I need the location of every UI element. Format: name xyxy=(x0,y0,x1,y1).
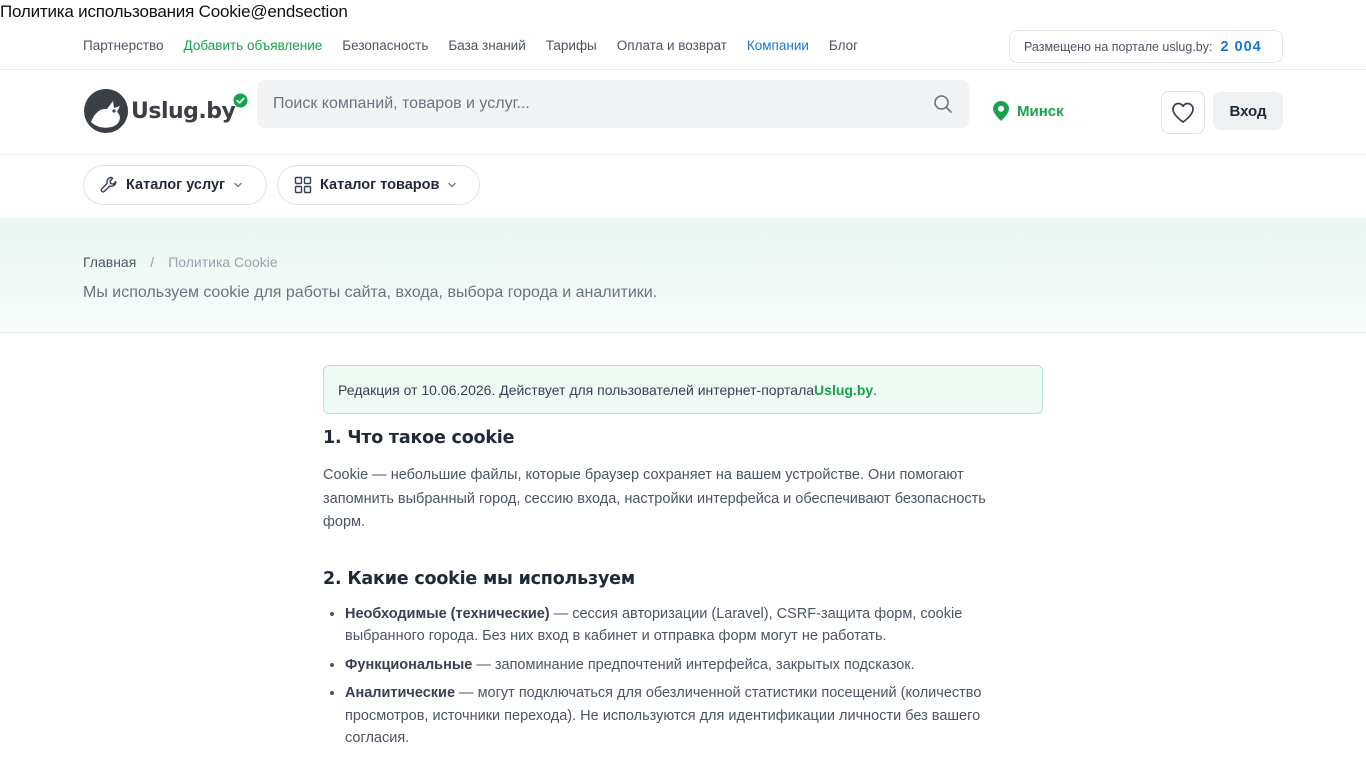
cat-logo-icon xyxy=(84,89,128,133)
location-pin-icon xyxy=(993,101,1009,121)
login-button[interactable]: Вход xyxy=(1213,92,1283,130)
services-catalog-label: Каталог услуг xyxy=(126,177,226,193)
goods-catalog-button[interactable]: Каталог товаров xyxy=(277,165,480,205)
logo[interactable]: Uslug.by xyxy=(83,88,248,134)
revision-notice: Редакция от 10.06.2026. Действует для по… xyxy=(323,365,1043,414)
list-item: Аналитические — могут подключаться для о… xyxy=(345,682,1003,750)
policy-content: Редакция от 10.06.2026. Действует для по… xyxy=(323,365,1043,756)
chevron-down-icon xyxy=(234,182,242,188)
section-title-what-is-cookie: 1. Что такое cookie xyxy=(323,428,515,448)
breadcrumb-current: Политика Cookie xyxy=(168,254,278,270)
list-item: Функциональные — запоминание предпочтени… xyxy=(345,654,1003,677)
top-nav: Партнерство Добавить объявление Безопасн… xyxy=(83,38,858,53)
hero-subtitle: Мы используем cookie для работы сайта, в… xyxy=(83,284,658,301)
nav-link-tariffs[interactable]: Тарифы xyxy=(546,38,597,53)
section-body-what-is-cookie: Cookie — небольшие файлы, которые браузе… xyxy=(323,467,986,530)
nav-link-payment-refund[interactable]: Оплата и возврат xyxy=(617,38,727,53)
counter-value: 2 004 xyxy=(1220,38,1262,55)
breadcrumb: Главная / Политика Cookie xyxy=(83,254,278,270)
search-bar xyxy=(257,80,969,128)
list-item-term: Функциональные xyxy=(345,656,473,673)
search-input[interactable] xyxy=(273,95,933,113)
wrench-icon xyxy=(100,176,117,193)
notice-text: Редакция от 10.06.2026. Действует для по… xyxy=(338,381,815,398)
goods-catalog-label: Каталог товаров xyxy=(320,177,440,193)
nav-link-knowledge-base[interactable]: База знаний xyxy=(448,38,525,53)
list-item: Необходимые (технические) — сессия автор… xyxy=(345,603,1003,648)
nav-link-companies[interactable]: Компании xyxy=(747,38,809,53)
breadcrumb-separator: / xyxy=(150,254,155,270)
favorites-button[interactable] xyxy=(1161,91,1205,134)
grid-icon xyxy=(294,176,312,194)
nav-link-add-listing[interactable]: Добавить объявление xyxy=(184,38,323,53)
search-icon[interactable] xyxy=(933,94,953,114)
verified-badge-icon xyxy=(233,92,248,108)
nav-link-partnership[interactable]: Партнерство xyxy=(83,38,164,53)
catalog-row: Каталог услуг Каталог товаров xyxy=(0,155,1366,218)
list-item-text: — запоминание предпочтений интерфейса, з… xyxy=(472,656,915,673)
list-item-term: Необходимые (технические) xyxy=(345,605,550,622)
list-item-term: Аналитические xyxy=(345,685,456,701)
listing-counter: Размещено на портале uslug.by: 2 004 xyxy=(1009,30,1283,63)
breadcrumb-home[interactable]: Главная xyxy=(83,254,136,270)
notice-end: . xyxy=(873,381,878,398)
top-bar: Партнерство Добавить объявление Безопасн… xyxy=(0,24,1366,70)
page-hero: Главная / Политика Cookie Мы используем … xyxy=(0,218,1366,333)
page-raw-title: Политика использования Cookie@endsection xyxy=(0,2,348,21)
heart-icon xyxy=(1172,102,1194,123)
nav-link-security[interactable]: Безопасность xyxy=(342,38,428,53)
notice-brand-link[interactable]: Uslug.by xyxy=(814,382,873,398)
logo-text: Uslug.by xyxy=(131,98,236,124)
city-selector[interactable]: Минск xyxy=(993,101,1064,121)
main-header: Uslug.by Минск Вход xyxy=(0,70,1366,155)
chevron-down-icon xyxy=(448,182,457,188)
city-name: Минск xyxy=(1017,102,1064,120)
counter-label: Размещено на портале uslug.by: xyxy=(1024,39,1213,54)
services-catalog-button[interactable]: Каталог услуг xyxy=(83,165,267,205)
cookie-types-list: Необходимые (технические) — сессия автор… xyxy=(323,603,1003,750)
nav-link-blog[interactable]: Блог xyxy=(829,38,858,53)
section-title-cookie-types: 2. Какие cookie мы используем xyxy=(323,568,635,589)
